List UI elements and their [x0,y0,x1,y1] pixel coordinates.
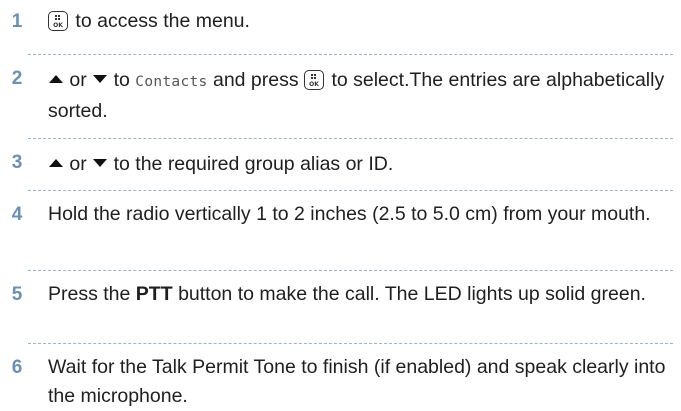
step-5-text-a: Press the [48,283,131,305]
step-4: 4 Hold the radio vertically 1 to 2 inche… [0,190,681,260]
up-arrow-icon [48,64,64,93]
step-number: 5 [11,284,23,305]
step-3: 3 or to the required group alias or ID. [0,138,681,179]
step-4-text: Hold the radio vertically 1 to 2 inches … [48,203,651,225]
svg-text:OK: OK [309,81,319,88]
step-2: 2 or to Contacts and press OK to select.… [0,54,681,126]
svg-text:OK: OK [53,22,63,29]
step-6: 6 Wait for the Talk Permit Tone to finis… [0,343,681,411]
step-number: 6 [11,357,23,378]
step-2-text-a: to [113,69,130,91]
step-text: Press the PTT button to make the call. T… [48,280,673,309]
step-number: 2 [11,68,23,89]
menu-ok-button-icon: OK [48,11,68,31]
step-text: or to Contacts and press OK to select.Th… [48,64,673,126]
step-3-text: to the required group alias or ID. [113,153,394,175]
down-arrow-icon [92,64,108,93]
step-5-text-b: button to make the call. The LED lights … [178,283,646,305]
step-6-text: Wait for the Talk Permit Tone to finish … [48,356,666,407]
step-1-text: to access the menu. [75,10,250,32]
ptt-button-label: PTT [135,283,173,305]
step-2-text-b: and press [212,69,299,91]
procedure-steps: 1 OK to access the menu. 2 or to Contact… [0,0,681,410]
up-arrow-icon [48,148,64,177]
step-number: 4 [11,204,23,225]
or-text: or [69,69,87,91]
step-number: 1 [11,11,23,32]
step-5: 5 Press the PTT button to make the call.… [0,270,681,340]
or-text: or [69,153,87,175]
step-text: or to the required group alias or ID. [48,148,673,179]
step-text: OK to access the menu. [48,7,673,36]
step-number: 3 [11,152,23,173]
down-arrow-icon [92,148,108,177]
menu-item-contacts: Contacts [135,74,208,90]
menu-ok-button-icon: OK [304,70,325,90]
step-1: 1 OK to access the menu. [0,7,681,39]
